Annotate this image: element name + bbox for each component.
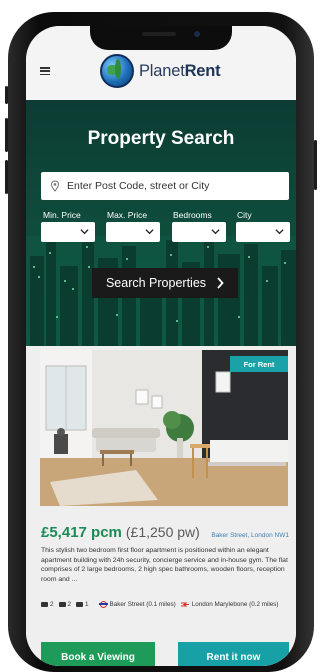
mute-switch xyxy=(5,86,8,104)
underground-icon xyxy=(98,601,108,608)
chevron-down-icon xyxy=(211,229,220,235)
min-price-select[interactable] xyxy=(41,222,95,242)
bed-icon xyxy=(41,602,48,607)
max-price-label: Max. Price xyxy=(107,210,148,220)
property-listing-card: For Rent £5,417 pcm (£1,250 pw) Baker St… xyxy=(26,346,296,666)
sofa-icon xyxy=(76,602,84,607)
amenities-row: 2 2 1 Baker Street (0.1 miles) London Ma… xyxy=(41,601,289,608)
phone-mockup: PlanetRent Property Search Enter Post Co… xyxy=(0,0,322,672)
baths-value: 2 xyxy=(67,601,72,608)
property-location[interactable]: Baker Street, London NW1 xyxy=(211,532,289,539)
property-photo[interactable]: For Rent xyxy=(40,350,288,506)
price-row: £5,417 pcm (£1,250 pw) Baker Street, Lon… xyxy=(41,524,289,541)
city-select[interactable] xyxy=(236,222,290,242)
logo-text: PlanetRent xyxy=(139,61,221,81)
bathrooms-count: 2 xyxy=(58,601,72,608)
volume-up-button xyxy=(5,118,8,152)
search-button-label: Search Properties xyxy=(105,276,207,290)
book-viewing-button[interactable]: Book a Viewing xyxy=(41,642,155,666)
nearest-rail-station: London Marylebone (0.2 miles) xyxy=(180,601,279,608)
search-placeholder: Enter Post Code, street or City xyxy=(67,180,210,192)
book-viewing-label: Book a Viewing xyxy=(61,651,135,663)
bedrooms-label: Bedrooms xyxy=(173,210,212,220)
volume-down-button xyxy=(5,160,8,194)
planetrent-logo[interactable]: PlanetRent xyxy=(100,54,221,88)
page-title: Property Search xyxy=(87,128,235,149)
power-button xyxy=(314,140,317,190)
price-pcm: £5,417 pcm xyxy=(41,524,122,541)
notch xyxy=(90,26,232,50)
chevron-right-icon xyxy=(217,277,224,289)
chevron-down-icon xyxy=(145,229,154,235)
nearest-tube-station: Baker Street (0.1 miles) xyxy=(98,601,176,608)
search-properties-button[interactable]: Search Properties xyxy=(92,268,238,298)
chevron-down-icon xyxy=(275,229,284,235)
bedrooms-select[interactable] xyxy=(172,222,226,242)
for-rent-badge: For Rent xyxy=(230,356,288,372)
min-price-label: Min. Price xyxy=(43,210,81,220)
front-camera xyxy=(194,31,200,37)
receptions-count: 1 xyxy=(76,601,89,608)
speaker xyxy=(142,32,176,36)
national-rail-icon xyxy=(180,602,189,607)
living-room-illustration xyxy=(40,350,288,506)
rent-it-now-button[interactable]: Rent it now xyxy=(178,642,289,666)
location-search-input[interactable]: Enter Post Code, street or City xyxy=(41,172,289,200)
location-pin-icon xyxy=(50,180,60,192)
globe-icon xyxy=(100,54,134,88)
phone-screen: PlanetRent Property Search Enter Post Co… xyxy=(26,26,296,666)
bedrooms-count: 2 xyxy=(41,601,54,608)
rent-it-now-label: Rent it now xyxy=(206,651,261,663)
receptions-value: 1 xyxy=(85,601,89,608)
city-label: City xyxy=(237,210,252,220)
price-pw: (£1,250 pw) xyxy=(125,524,200,540)
logo-text-bold: Rent xyxy=(184,61,221,80)
station-2: London Marylebone (0.2 miles) xyxy=(191,601,279,608)
beds-value: 2 xyxy=(50,601,54,608)
property-search-hero: Property Search Enter Post Code, street … xyxy=(26,100,296,346)
property-description: This stylish two bedroom first floor apa… xyxy=(41,547,288,583)
hamburger-menu-icon[interactable] xyxy=(40,67,50,75)
max-price-select[interactable] xyxy=(106,222,160,242)
chevron-down-icon xyxy=(80,229,89,235)
logo-text-regular: Planet xyxy=(139,61,185,80)
bath-icon xyxy=(58,602,66,607)
station-1: Baker Street (0.1 miles) xyxy=(109,601,176,608)
